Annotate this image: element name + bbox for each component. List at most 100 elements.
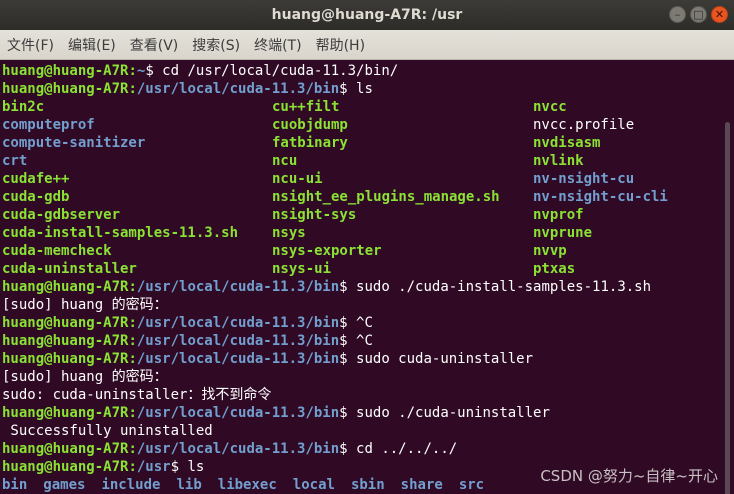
prompt-user: huang@huang-A7R bbox=[2, 315, 129, 331]
ls-entry: nv-nsight-cu bbox=[533, 171, 635, 187]
ls-entry: ptxas bbox=[533, 261, 576, 277]
prompt-line: huang@huang-A7R:/usr/local/cuda-11.3/bin… bbox=[2, 404, 720, 422]
ls-entry: include bbox=[101, 477, 161, 493]
command-text: cd /usr/local/cuda-11.3/bin/ bbox=[153, 63, 399, 79]
ls-row: cuda-gdb nsight_ee_plugins_manage.sh nv-ns… bbox=[2, 188, 720, 206]
prompt-separator: : bbox=[128, 441, 137, 457]
ls-row: bin2c cu++filt nvcc bbox=[2, 98, 720, 116]
minimize-button[interactable]: – bbox=[669, 6, 686, 23]
command-text: ls bbox=[347, 81, 373, 97]
ls-entry: nvvp bbox=[533, 243, 567, 259]
maximize-button[interactable]: □ bbox=[690, 6, 707, 23]
ls-entry: src bbox=[458, 477, 485, 493]
ls-entry: nvdisasm bbox=[533, 135, 601, 151]
output-line: sudo: cuda-uninstaller：找不到命令 bbox=[2, 387, 272, 403]
prompt-path: /usr/local/cuda-11.3/bin bbox=[136, 333, 340, 349]
prompt-separator: : bbox=[128, 63, 137, 79]
prompt-separator: : bbox=[128, 333, 137, 349]
prompt-line: huang@huang-A7R:/usr/local/cuda-11.3/bin… bbox=[2, 440, 720, 458]
terminal-window: huang@huang-A7R: /usr – □ ✕ 文件(F) 编辑(E) … bbox=[0, 0, 734, 494]
ls-entry: nsys-exporter bbox=[272, 243, 382, 259]
ls-entry: lib bbox=[176, 477, 202, 493]
prompt-separator: : bbox=[128, 351, 137, 367]
ls-entry: cuda-gdbserver bbox=[2, 207, 121, 223]
output-line: Successfully uninstalled bbox=[2, 423, 213, 439]
window-controls: – □ ✕ bbox=[669, 6, 728, 23]
ls-entry: nvcc.profile bbox=[533, 117, 635, 133]
ls-entry: cuda-gdb bbox=[2, 189, 70, 205]
prompt-symbol: $ bbox=[339, 441, 348, 457]
prompt-user: huang@huang-A7R bbox=[2, 333, 129, 349]
output-line: [sudo] huang 的密码： bbox=[2, 369, 168, 385]
prompt-line: huang@huang-A7R:/usr/local/cuda-11.3/bin… bbox=[2, 80, 720, 98]
menu-file[interactable]: 文件(F) bbox=[7, 35, 54, 55]
ls-entry: bin bbox=[2, 477, 28, 493]
prompt-line: huang@huang-A7R:/usr/local/cuda-11.3/bin… bbox=[2, 278, 720, 296]
prompt-separator: : bbox=[128, 405, 137, 421]
terminal-output[interactable]: huang@huang-A7R:~$ cd /usr/local/cuda-11… bbox=[0, 62, 720, 494]
command-text: cd ../../../ bbox=[347, 441, 458, 457]
prompt-symbol: $ bbox=[339, 351, 348, 367]
output-line: [sudo] huang 的密码： bbox=[2, 297, 168, 313]
menu-terminal[interactable]: 终端(T) bbox=[254, 35, 301, 55]
command-text: sudo ./cuda-uninstaller bbox=[347, 405, 550, 421]
prompt-user: huang@huang-A7R bbox=[2, 405, 129, 421]
ls-entry: nsys bbox=[272, 225, 306, 241]
ls-entry: cu++filt bbox=[272, 99, 340, 115]
ls-row: crt ncu nvlink bbox=[2, 152, 720, 170]
ls-entry: nvcc bbox=[533, 99, 567, 115]
ls-entry: cuda-memcheck bbox=[2, 243, 112, 259]
ls-row: cudafe++ ncu-ui nv-nsight-cu bbox=[2, 170, 720, 188]
menu-edit[interactable]: 编辑(E) bbox=[68, 35, 116, 55]
menu-view[interactable]: 查看(V) bbox=[130, 35, 179, 55]
prompt-symbol: $ bbox=[339, 405, 348, 421]
prompt-symbol: $ bbox=[339, 81, 348, 97]
prompt-user: huang@huang-A7R bbox=[2, 63, 129, 79]
prompt-line: huang@huang-A7R:/usr/local/cuda-11.3/bin… bbox=[2, 350, 720, 368]
scrollbar-thumb[interactable] bbox=[725, 122, 730, 494]
prompt-user: huang@huang-A7R bbox=[2, 459, 129, 475]
ls-entry: nsys-ui bbox=[272, 261, 332, 277]
command-text: sudo cuda-uninstaller bbox=[347, 351, 534, 367]
close-button[interactable]: ✕ bbox=[711, 6, 728, 23]
menu-search[interactable]: 搜索(S) bbox=[192, 35, 240, 55]
ls-row: cuda-uninstaller nsys-ui ptxas bbox=[2, 260, 720, 278]
prompt-symbol: $ bbox=[339, 279, 348, 295]
ls-entry: nsight-sys bbox=[272, 207, 357, 223]
prompt-path: /usr/local/cuda-11.3/bin bbox=[136, 405, 340, 421]
ls-entry: bin2c bbox=[2, 99, 45, 115]
menu-bar: 文件(F) 编辑(E) 查看(V) 搜索(S) 终端(T) 帮助(H) bbox=[0, 30, 734, 60]
ls-row: cuda-memcheck nsys-exporter nvvp bbox=[2, 242, 720, 260]
command-text: ^C bbox=[347, 333, 373, 349]
command-text: ^C bbox=[347, 315, 373, 331]
ls-entry: nvlink bbox=[533, 153, 584, 169]
ls-entry: local bbox=[292, 477, 335, 493]
ls-entry: share bbox=[400, 477, 443, 493]
prompt-symbol: $ bbox=[339, 315, 348, 331]
ls-row: cuda-gdbserver nsight-sys nvprof bbox=[2, 206, 720, 224]
prompt-symbol: $ bbox=[145, 63, 154, 79]
prompt-path: /usr/local/cuda-11.3/bin bbox=[136, 81, 340, 97]
ls-entry: cudafe++ bbox=[2, 171, 70, 187]
command-text: ls bbox=[179, 459, 205, 475]
prompt-user: huang@huang-A7R bbox=[2, 441, 129, 457]
ls-entry: libexec bbox=[217, 477, 277, 493]
ls-entry: nsight_ee_plugins_manage.sh bbox=[272, 189, 500, 205]
ls-entry: nvprof bbox=[533, 207, 584, 223]
menu-help[interactable]: 帮助(H) bbox=[316, 35, 365, 55]
prompt-symbol: $ bbox=[339, 333, 348, 349]
prompt-user: huang@huang-A7R bbox=[2, 279, 129, 295]
scrollbar[interactable] bbox=[720, 62, 734, 494]
ls-entry: nv-nsight-cu-cli bbox=[533, 189, 668, 205]
prompt-separator: : bbox=[128, 315, 137, 331]
prompt-symbol: $ bbox=[170, 459, 180, 475]
ls-entry: cuda-uninstaller bbox=[2, 261, 137, 277]
ls-entry: cuda-install-samples-11.3.sh bbox=[2, 225, 239, 241]
ls-entry: ncu bbox=[272, 153, 298, 169]
title-bar[interactable]: huang@huang-A7R: /usr – □ ✕ bbox=[0, 0, 734, 30]
ls-entry: games bbox=[43, 477, 86, 493]
ls-row: cuda-install-samples-11.3.sh nsys nvprune bbox=[2, 224, 720, 242]
prompt-path: /usr bbox=[136, 459, 171, 475]
command-text: sudo ./cuda-install-samples-11.3.sh bbox=[347, 279, 652, 295]
prompt-line: huang@huang-A7R:/usr/local/cuda-11.3/bin… bbox=[2, 314, 720, 332]
